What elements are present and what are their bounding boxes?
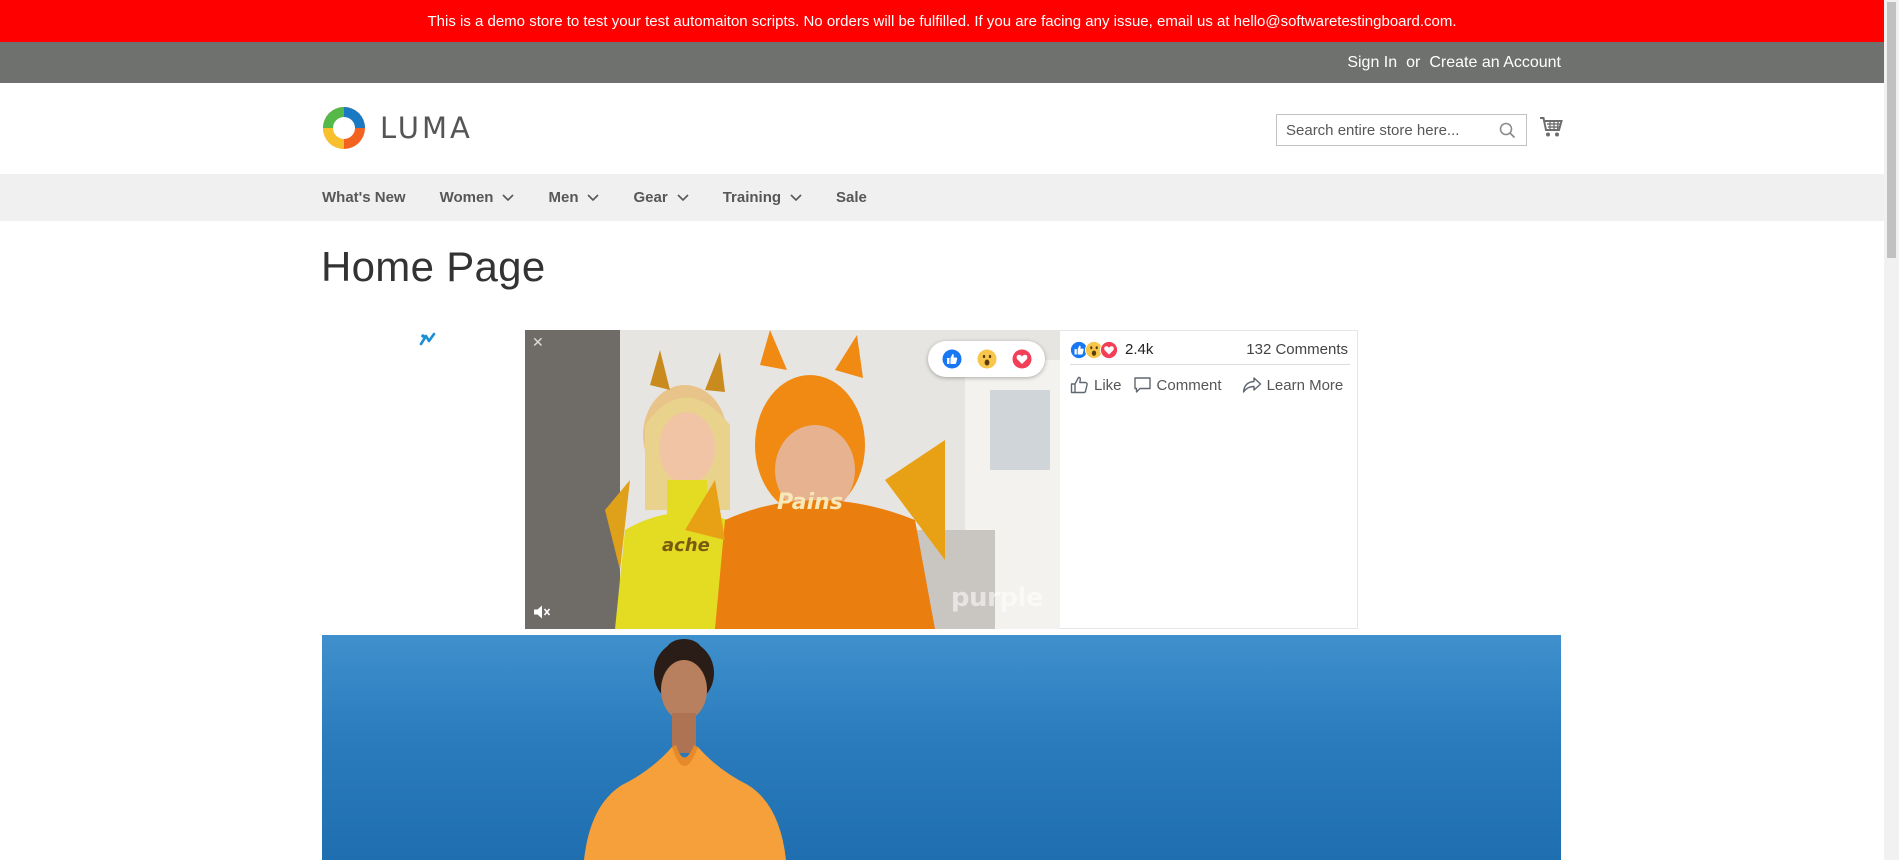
or-separator: or xyxy=(1406,53,1421,71)
nav-item-label: Sale xyxy=(836,189,867,206)
hero-yoga-image xyxy=(584,639,786,860)
chevron-down-icon xyxy=(790,193,802,201)
nav-item-training[interactable]: Training xyxy=(723,189,802,206)
shirt-text-left: ache xyxy=(662,535,710,556)
chevron-down-icon xyxy=(502,193,515,201)
nav-item-label: Men xyxy=(548,189,579,206)
top-account-bar: Sign In or Create an Account xyxy=(0,42,1884,83)
nav-item-label: Gear xyxy=(633,189,668,206)
video-ad-player[interactable]: ache Pains ✕ purple xyxy=(525,330,1060,629)
search-field[interactable] xyxy=(1276,114,1527,146)
comments-count-link[interactable]: 132 Comments xyxy=(1246,341,1348,358)
like-reaction-icon[interactable] xyxy=(942,349,962,369)
chevron-down-icon xyxy=(677,193,689,201)
hero-banner[interactable] xyxy=(322,635,1561,860)
ad-network-icon[interactable] xyxy=(419,332,436,347)
learn-more-button[interactable]: Learn More xyxy=(1242,376,1344,394)
reaction-icons xyxy=(1070,340,1118,359)
nav-item-men[interactable]: Men xyxy=(548,189,600,206)
nav-item-sale[interactable]: Sale xyxy=(836,189,867,206)
chevron-down-icon xyxy=(587,193,600,201)
sign-in-link[interactable]: Sign In xyxy=(1347,54,1397,72)
account-links: Sign In or Create an Account xyxy=(1347,42,1561,83)
create-account-link[interactable]: Create an Account xyxy=(1429,54,1561,72)
demo-notice-banner: This is a demo store to test your test a… xyxy=(0,0,1884,42)
scrollbar-thumb[interactable] xyxy=(1887,2,1896,258)
nav-item-label: Women xyxy=(439,189,494,206)
love-reaction-icon xyxy=(1100,340,1118,359)
nav-item-women[interactable]: Women xyxy=(440,189,515,206)
social-actions: Like Comment Learn More xyxy=(1070,373,1356,397)
shirt-text-right: Pains xyxy=(777,490,843,515)
reaction-count: 2.4k xyxy=(1125,341,1154,358)
nav-item-label: What's New xyxy=(322,189,406,206)
search-input[interactable] xyxy=(1286,121,1496,139)
learn-more-label: Learn More xyxy=(1266,376,1344,394)
close-ad-icon[interactable]: ✕ xyxy=(532,334,544,351)
like-label: Like xyxy=(1094,376,1122,394)
main-navigation: What's New Women Men Gear Training Sale xyxy=(0,174,1884,221)
logo-wordmark: LUMA xyxy=(380,111,473,145)
social-engagement-panel: 2.4k 132 Comments Like Comment Learn Mor… xyxy=(1060,330,1358,629)
site-header: LUMA xyxy=(0,83,1884,174)
comment-label: Comment xyxy=(1156,376,1222,394)
luma-logo[interactable]: LUMA xyxy=(322,106,473,150)
nav-item-whats-new[interactable]: What's New xyxy=(322,189,406,206)
thumbs-up-icon xyxy=(1070,376,1088,394)
nav-item-gear[interactable]: Gear xyxy=(633,189,689,206)
muted-speaker-icon[interactable] xyxy=(533,604,551,620)
love-reaction-icon[interactable] xyxy=(1012,349,1032,369)
comment-bubble-icon xyxy=(1133,377,1151,393)
share-arrow-icon xyxy=(1242,377,1261,393)
reaction-picker[interactable] xyxy=(928,341,1045,377)
demo-notice-text: This is a demo store to test your test a… xyxy=(427,12,1457,30)
reaction-summary: 2.4k 132 Comments xyxy=(1070,339,1350,365)
comment-button[interactable]: Comment xyxy=(1133,376,1222,394)
video-watermark: purple xyxy=(950,583,1044,613)
luma-logo-icon xyxy=(323,107,365,149)
search-icon[interactable] xyxy=(1499,122,1516,139)
page-title: Home Page xyxy=(321,243,546,290)
wow-reaction-icon[interactable] xyxy=(977,349,997,369)
page-scrollbar[interactable] xyxy=(1884,0,1899,860)
like-button[interactable]: Like xyxy=(1070,376,1122,394)
cart-icon[interactable] xyxy=(1539,116,1563,138)
nav-item-label: Training xyxy=(722,189,782,206)
